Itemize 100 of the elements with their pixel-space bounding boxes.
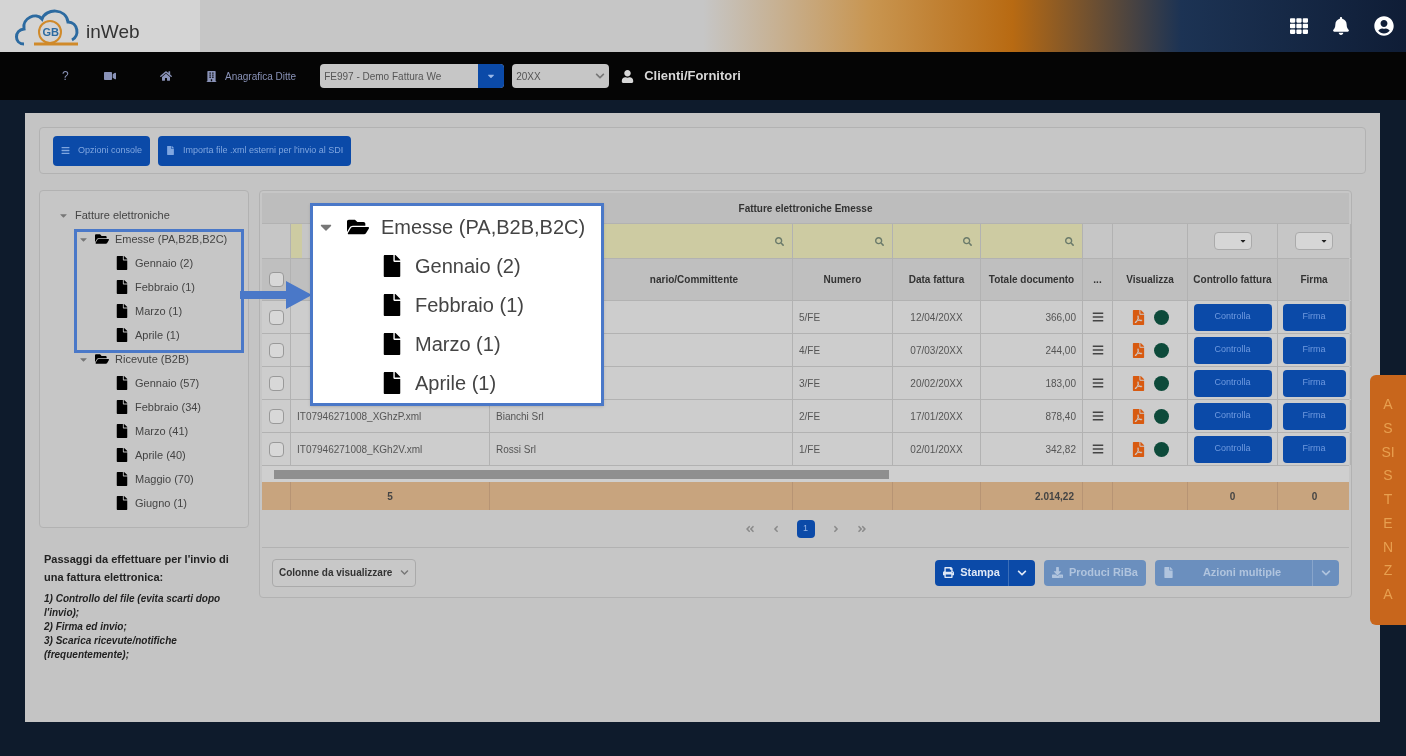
column-header[interactable]: Numero	[823, 272, 862, 287]
help-link[interactable]: ?	[62, 67, 104, 85]
columns-select[interactable]: Colonne da visualizzare	[272, 558, 417, 587]
row-checkbox[interactable]	[268, 342, 284, 358]
search-icon	[875, 236, 884, 246]
row-checkbox[interactable]	[268, 408, 284, 424]
tree-item[interactable]: Marzo (1)	[135, 302, 183, 320]
round-badge-icon[interactable]	[1154, 309, 1169, 325]
column-header[interactable]: Data fattura	[908, 272, 965, 287]
toolbar-button[interactable]: Importa file .xml esterni per l'invio al SDI	[158, 135, 352, 166]
video-camera-icon[interactable]	[104, 70, 116, 82]
printer-icon	[943, 567, 955, 578]
tree-item[interactable]: Marzo (41)	[135, 422, 189, 440]
company-select[interactable]: FE997 - Demo Fattura We	[320, 64, 505, 88]
round-badge-icon[interactable]	[1154, 408, 1169, 424]
filter-select[interactable]	[1213, 232, 1252, 250]
first-page-icon[interactable]	[744, 523, 755, 534]
tree-item[interactable]: Aprile (40)	[135, 446, 186, 464]
column-header[interactable]: Firma	[1300, 272, 1328, 287]
apps-grid-icon[interactable]	[1290, 17, 1308, 35]
action-button[interactable]: Stampa	[935, 559, 1035, 586]
user-avatar-icon[interactable]	[1374, 16, 1394, 36]
nav-link[interactable]: Anagrafica Ditte	[225, 68, 297, 84]
table-cell: Rossi Srl	[490, 433, 793, 465]
tree-item[interactable]: Maggio (70)	[135, 470, 194, 488]
round-badge-icon[interactable]	[1154, 441, 1169, 457]
menu-icon[interactable]	[1091, 344, 1104, 356]
home-icon[interactable]	[160, 70, 172, 82]
file-icon	[381, 332, 403, 355]
menu-icon[interactable]	[1091, 311, 1104, 323]
column-header[interactable]: ...	[1093, 272, 1102, 287]
menu-icon[interactable]	[1091, 377, 1104, 389]
file-icon	[381, 254, 403, 277]
user-icon	[621, 69, 635, 83]
tree-item[interactable]: Giugno (1)	[135, 494, 187, 512]
round-badge-icon[interactable]	[1154, 342, 1169, 358]
last-page-icon[interactable]	[856, 523, 867, 534]
filter-field[interactable]	[893, 224, 981, 258]
menu-icon[interactable]	[1091, 410, 1104, 422]
table-row[interactable]: IT07946271008_XGhzP.xml Bianchi Srl 2/FE 17/01/20XX 878,40 Controlla Firma	[262, 400, 1349, 433]
file-icon	[115, 424, 129, 438]
pdf-icon[interactable]	[1131, 408, 1146, 424]
pdf-icon[interactable]	[1131, 375, 1146, 391]
file-icon	[115, 448, 129, 462]
bell-icon[interactable]	[1332, 17, 1350, 35]
column-header[interactable]: Controllo fattura	[1193, 272, 1272, 287]
table-cell: IT07946271008_KGh2V.xml	[291, 433, 490, 465]
menu-icon[interactable]	[1091, 443, 1104, 455]
search-icon	[1065, 236, 1074, 246]
pdf-icon[interactable]	[1131, 441, 1146, 457]
round-badge-icon[interactable]	[1154, 375, 1169, 391]
horizontal-scrollbar[interactable]	[262, 466, 1349, 482]
file-icon	[166, 146, 176, 155]
file-icon	[115, 472, 129, 486]
instruction-step: 1) Controllo del file (evita scarti dopo l'invio);	[44, 592, 245, 620]
file-icon	[381, 293, 403, 316]
tree-item[interactable]: Gennaio (2)	[415, 250, 521, 281]
totals-checked: 0	[1229, 489, 1236, 504]
filter-field[interactable]	[793, 224, 893, 258]
search-icon	[963, 236, 972, 246]
year-select[interactable]: 20XX	[512, 64, 610, 88]
table-row[interactable]: IT07946271008_KGh2V.xml Rossi Srl 1/FE 02/01/20XX 342,82 Controlla Firma	[262, 433, 1349, 466]
filter-field[interactable]	[291, 224, 302, 258]
tree-item[interactable]: Febbraio (1)	[135, 278, 195, 296]
column-header[interactable]: Visualizza	[1126, 272, 1174, 287]
menu-icon	[61, 146, 70, 155]
file-icon	[115, 280, 129, 294]
select-all-checkbox[interactable]	[268, 272, 284, 287]
tree-item[interactable]: Gennaio (2)	[135, 254, 194, 272]
tree-item[interactable]: Gennaio (57)	[135, 374, 200, 392]
row-checkbox[interactable]	[268, 309, 284, 325]
table-cell: 244,00	[981, 334, 1083, 366]
row-checkbox[interactable]	[268, 441, 284, 457]
instructions-title: Passaggi da effettuare per l'invio di una fattura elettronica:	[44, 552, 230, 585]
filter-field[interactable]	[981, 224, 1083, 258]
totals-amount: 2.014,22	[1035, 489, 1074, 504]
folder-icon	[95, 232, 109, 246]
logo[interactable]: GB inWeb	[0, 0, 200, 52]
table-cell: 366,00	[981, 301, 1083, 333]
file-icon	[115, 328, 129, 342]
page-button[interactable]: 1	[796, 519, 815, 538]
building-icon[interactable]	[206, 70, 217, 82]
tree-item[interactable]: Aprile (1)	[135, 326, 180, 344]
tree-item[interactable]: Febbraio (34)	[135, 398, 202, 416]
tree-item[interactable]: Aprile (1)	[415, 367, 497, 398]
tree-item[interactable]: Emesse (PA,B2B,B2C)	[115, 230, 228, 248]
column-header[interactable]: nario/Committente	[649, 272, 739, 287]
toolbar-button[interactable]: Opzioni console	[53, 135, 151, 166]
table-cell: 3/FE	[793, 367, 893, 399]
chevron-icon	[595, 71, 606, 81]
user-section-label: Clienti/Fornitori	[644, 67, 741, 86]
caret-icon	[1320, 237, 1328, 245]
tree-item[interactable]: Ricevute (B2B)	[115, 350, 189, 368]
filter-select[interactable]	[1295, 232, 1333, 250]
row-checkbox[interactable]	[268, 375, 284, 391]
pdf-icon[interactable]	[1131, 342, 1146, 358]
column-header[interactable]: Totale documento	[988, 272, 1075, 287]
pdf-icon[interactable]	[1131, 309, 1146, 325]
table-cell: 12/04/20XX	[893, 301, 981, 333]
tree-item[interactable]: Fatture elettroniche	[75, 206, 170, 224]
